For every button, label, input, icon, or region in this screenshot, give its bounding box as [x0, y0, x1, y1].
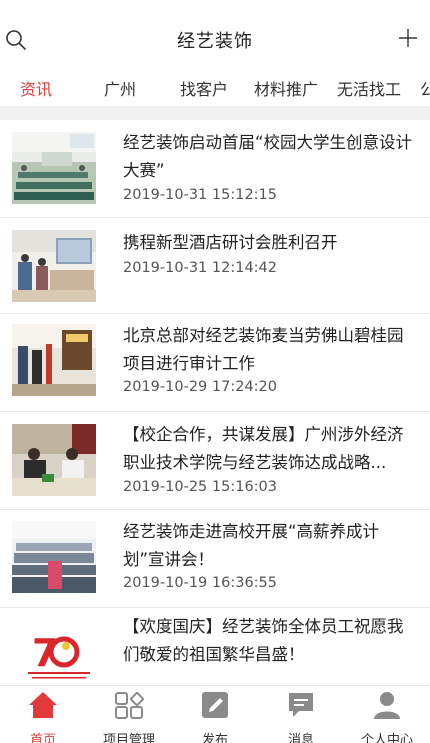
page-title: 经艺装饰	[177, 31, 253, 52]
nav-messages[interactable]: 消息	[258, 686, 344, 743]
article-title: 经艺装饰启动首届“校园大学生创意设计大赛”	[123, 133, 413, 180]
nav-label: 首页	[29, 733, 56, 743]
anniversary-logo-image: 7	[14, 624, 104, 684]
list-item[interactable]: 北京总部对经艺装饰麦当劳佛山碧桂园项目进行审计工作 2019-10-29 17:…	[0, 314, 430, 412]
article-date: 2019-10-31 15:12:15	[123, 187, 277, 203]
article-title: 【欢度国庆】经艺装饰全体员工祝愿我们敬爱的祖国繁华昌盛！	[123, 617, 404, 664]
news-list: 经艺装饰启动首届“校园大学生创意设计大赛” 2019-10-31 15:12:1…	[0, 120, 430, 685]
separator	[0, 106, 430, 120]
list-item[interactable]: 【校企合作，共谋发展】广州涉外经济职业技术学院与经艺装饰达成战略... 2019…	[0, 412, 430, 510]
article-date: 2019-10-19 16:36:55	[123, 575, 277, 591]
list-item[interactable]: 经艺装饰走进高校开展“高薪养成计划”宣讲会！ 2019-10-19 16:36:…	[0, 510, 430, 608]
message-icon	[289, 693, 313, 717]
tab-find-clients[interactable]: 找客户	[180, 76, 228, 100]
article-thumbnail	[12, 230, 96, 302]
article-title: 经艺装饰走进高校开展“高薪养成计划”宣讲会！	[123, 522, 380, 569]
article-date: 2019-10-29 17:24:20	[123, 379, 277, 395]
article-thumbnail	[12, 132, 96, 204]
plus-icon[interactable]	[396, 26, 420, 50]
list-item[interactable]: 经艺装饰启动首届“校园大学生创意设计大赛” 2019-10-31 15:12:1…	[0, 120, 430, 218]
nav-profile[interactable]: 个人中心	[344, 686, 430, 743]
top-header: 经艺装饰	[0, 0, 430, 74]
user-icon	[374, 692, 400, 719]
tab-find-work[interactable]: 无活找工	[337, 76, 401, 100]
tab-guangzhou[interactable]: 广州	[104, 76, 136, 100]
article-date: 2019-10-31 12:14:42	[123, 260, 277, 276]
edit-icon	[202, 692, 228, 718]
article-thumbnail	[12, 324, 96, 396]
category-tabs: 资讯 广州 找客户 材料推广 无活找工 公	[0, 74, 430, 104]
nav-label: 项目管理	[102, 733, 155, 743]
tab-materials[interactable]: 材料推广	[254, 76, 318, 100]
tab-news[interactable]: 资讯	[20, 76, 52, 100]
list-item[interactable]: 7 【欢度国庆】经艺装饰全体员工祝愿我们敬爱的祖国繁华昌盛！	[0, 608, 430, 685]
nav-label: 发布	[201, 733, 228, 743]
bottom-nav: 首页 项目管理 发布 消息 个人中心	[0, 685, 430, 743]
list-item[interactable]: 携程新型酒店研讨会胜利召开 2019-10-31 12:14:42	[0, 218, 430, 314]
svg-text:7: 7	[32, 631, 58, 675]
article-thumbnail	[12, 521, 96, 593]
grid-icon	[115, 692, 144, 719]
tab-more[interactable]: 公	[420, 76, 430, 100]
article-title: 【校企合作，共谋发展】广州涉外经济职业技术学院与经艺装饰达成战略...	[123, 425, 404, 472]
nav-label: 个人中心	[360, 733, 413, 743]
home-icon	[29, 692, 57, 718]
article-date: 2019-10-25 15:16:03	[123, 479, 277, 495]
article-thumbnail	[12, 424, 96, 496]
nav-project-management[interactable]: 项目管理	[86, 686, 172, 743]
nav-label: 消息	[287, 733, 314, 743]
nav-home[interactable]: 首页	[0, 686, 86, 743]
article-title: 北京总部对经艺装饰麦当劳佛山碧桂园项目进行审计工作	[123, 326, 404, 373]
nav-publish[interactable]: 发布	[172, 686, 258, 743]
article-title: 携程新型酒店研讨会胜利召开	[123, 233, 338, 252]
